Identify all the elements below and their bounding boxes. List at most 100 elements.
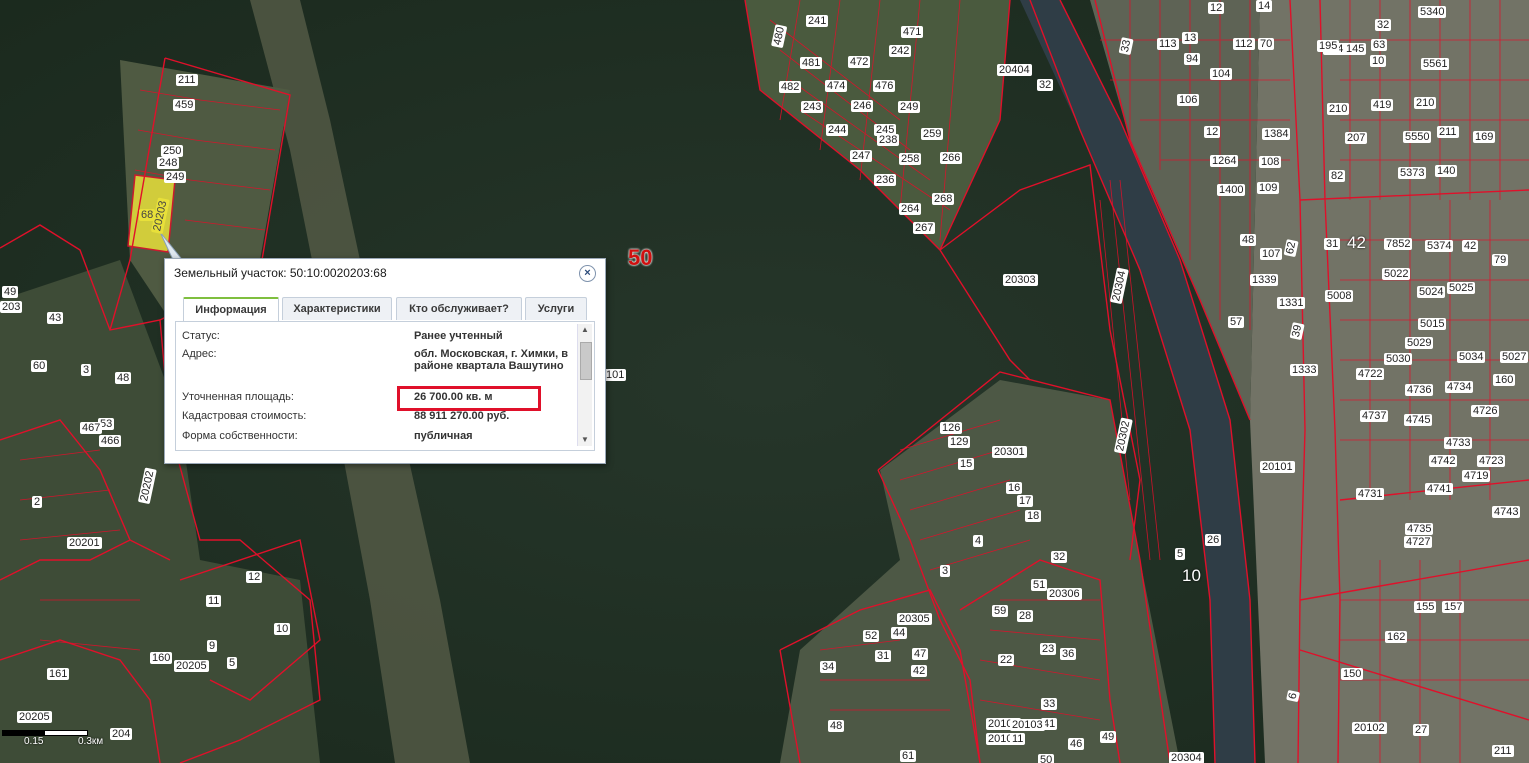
parcel-label[interactable]: 20103 bbox=[1010, 719, 1045, 731]
parcel-label[interactable]: 20304 bbox=[1169, 752, 1204, 763]
parcel-label[interactable]: 466 bbox=[99, 435, 122, 447]
parcel-label[interactable]: 112 bbox=[1233, 38, 1255, 50]
tab-who-serves[interactable]: Кто обслуживает? bbox=[396, 297, 522, 320]
parcel-label[interactable]: 267 bbox=[913, 222, 936, 234]
parcel-label[interactable]: 2 bbox=[32, 496, 43, 508]
parcel-label[interactable]: 104 bbox=[1210, 68, 1233, 80]
parcel-label[interactable]: 5027 bbox=[1500, 351, 1529, 363]
parcel-label[interactable]: 211 bbox=[1437, 126, 1459, 138]
parcel-label[interactable]: 419 bbox=[1371, 99, 1394, 111]
parcel-label[interactable]: 211 bbox=[1492, 745, 1514, 757]
parcel-label[interactable]: 474 bbox=[825, 80, 848, 92]
tab-characteristics[interactable]: Характеристики bbox=[282, 297, 392, 320]
parcel-label[interactable]: 1331 bbox=[1277, 297, 1306, 309]
parcel-label[interactable]: 11 bbox=[1010, 733, 1026, 745]
parcel-label[interactable]: 471 bbox=[901, 26, 924, 38]
parcel-label[interactable]: 161 bbox=[47, 668, 70, 680]
block-number-label[interactable]: 50 bbox=[1038, 754, 1055, 763]
block-number-label[interactable]: 27 bbox=[1413, 724, 1430, 736]
parcel-label[interactable]: 249 bbox=[164, 171, 187, 183]
panel-scrollbar[interactable]: ▲ ▼ bbox=[577, 324, 592, 446]
block-number-label[interactable]: 20201 bbox=[67, 537, 102, 549]
parcel-label[interactable]: 246 bbox=[851, 100, 874, 112]
parcel-label[interactable]: 169 bbox=[1473, 131, 1496, 143]
parcel-label[interactable]: 4726 bbox=[1471, 405, 1500, 417]
parcel-label[interactable]: 459 bbox=[173, 99, 196, 111]
parcel-label[interactable]: 258 bbox=[899, 153, 922, 165]
parcel-label[interactable]: 20102 bbox=[1352, 722, 1387, 734]
parcel-label[interactable]: 52 bbox=[863, 630, 880, 642]
parcel-label[interactable]: 79 bbox=[1492, 254, 1509, 266]
parcel-label[interactable]: 47 bbox=[912, 648, 929, 660]
parcel-label[interactable]: 248 bbox=[157, 157, 180, 169]
parcel-label[interactable]: 4727 bbox=[1404, 536, 1433, 548]
parcel-label[interactable]: 42 bbox=[911, 665, 928, 677]
parcel-label[interactable]: 101 bbox=[604, 369, 627, 381]
parcel-label[interactable]: 59 bbox=[992, 605, 1009, 617]
parcel-label[interactable]: 31 bbox=[875, 650, 892, 662]
parcel-label[interactable]: 1384 bbox=[1262, 128, 1291, 140]
parcel-label[interactable]: 3 bbox=[81, 364, 92, 376]
parcel-label[interactable]: 242 bbox=[889, 45, 912, 57]
parcel-label[interactable]: 20306 bbox=[1047, 588, 1082, 600]
parcel-label[interactable]: 160 bbox=[150, 652, 173, 664]
parcel-label[interactable]: 4 bbox=[973, 535, 984, 547]
parcel-label[interactable]: 70 bbox=[1258, 38, 1275, 50]
parcel-label[interactable]: 49 bbox=[1100, 731, 1117, 743]
parcel-label[interactable]: 195 bbox=[1317, 40, 1340, 52]
parcel-label[interactable]: 36 bbox=[1060, 648, 1077, 660]
parcel-label[interactable]: 48 bbox=[115, 372, 132, 384]
parcel-label[interactable]: 13 bbox=[1182, 32, 1199, 44]
parcel-label[interactable]: 51 bbox=[1031, 579, 1048, 591]
parcel-label[interactable]: 10 bbox=[274, 623, 291, 635]
parcel-label[interactable]: 5030 bbox=[1384, 353, 1413, 365]
scroll-down-icon[interactable]: ▼ bbox=[580, 435, 590, 445]
parcel-label[interactable]: 210 bbox=[1327, 103, 1350, 115]
parcel-label[interactable]: 20101 bbox=[1260, 461, 1295, 473]
block-number-label[interactable]: 162 bbox=[1385, 631, 1408, 643]
parcel-label[interactable]: 12 bbox=[246, 571, 263, 583]
parcel-label[interactable]: 155 bbox=[1414, 601, 1437, 613]
parcel-label[interactable]: 4733 bbox=[1444, 437, 1473, 449]
parcel-label[interactable]: 5374 bbox=[1425, 240, 1454, 252]
parcel-label[interactable]: 46 bbox=[1068, 738, 1085, 750]
parcel-label[interactable]: 1400 bbox=[1217, 184, 1246, 196]
parcel-label[interactable]: 264 bbox=[899, 203, 922, 215]
parcel-label[interactable]: 157 bbox=[1442, 601, 1465, 613]
block-number-label[interactable]: 20205 bbox=[17, 711, 52, 723]
parcel-label[interactable]: 1264 bbox=[1210, 155, 1239, 167]
parcel-label[interactable]: 247 bbox=[850, 150, 873, 162]
parcel-label[interactable]: 467 bbox=[80, 422, 103, 434]
parcel-label[interactable]: 4743 bbox=[1492, 506, 1521, 518]
parcel-label[interactable]: 244 bbox=[826, 124, 849, 136]
parcel-label[interactable]: 32 bbox=[1375, 19, 1392, 31]
parcel-label[interactable]: 4736 bbox=[1405, 384, 1434, 396]
parcel-label[interactable]: 12 bbox=[1208, 2, 1225, 14]
parcel-label[interactable]: 3 bbox=[940, 565, 951, 577]
parcel-label[interactable]: 106 bbox=[1177, 94, 1200, 106]
block-number-label[interactable]: 5 bbox=[1175, 548, 1186, 560]
parcel-label[interactable]: 4719 bbox=[1462, 470, 1491, 482]
parcel-label[interactable]: 14 bbox=[1256, 0, 1273, 12]
parcel-label[interactable]: 4735 bbox=[1405, 523, 1434, 535]
parcel-label[interactable]: 145 bbox=[1344, 43, 1367, 55]
parcel-label[interactable]: 5024 bbox=[1417, 286, 1446, 298]
parcel-label[interactable]: 249 bbox=[898, 101, 921, 113]
parcel-label[interactable]: 34 bbox=[820, 661, 837, 673]
block-number-label[interactable]: 20205 bbox=[174, 660, 209, 672]
parcel-label[interactable]: 5561 bbox=[1421, 58, 1450, 70]
parcel-label[interactable]: 18 bbox=[1025, 510, 1042, 522]
parcel-label[interactable]: 238 bbox=[877, 134, 900, 146]
parcel-label[interactable]: 60 bbox=[31, 360, 48, 372]
parcel-label[interactable]: 31 bbox=[1324, 238, 1341, 250]
parcel-label[interactable]: 126 bbox=[940, 422, 963, 434]
parcel-label[interactable]: 4742 bbox=[1429, 455, 1458, 467]
block-number-label[interactable]: 61 bbox=[900, 750, 917, 762]
parcel-label[interactable]: 268 bbox=[932, 193, 955, 205]
parcel-label[interactable]: 5025 bbox=[1447, 282, 1476, 294]
parcel-label[interactable]: 1339 bbox=[1250, 274, 1279, 286]
parcel-label[interactable]: 15 bbox=[958, 458, 975, 470]
parcel-label[interactable]: 5550 bbox=[1403, 131, 1432, 143]
parcel-label[interactable]: 4734 bbox=[1445, 381, 1474, 393]
parcel-label[interactable]: 28 bbox=[1017, 610, 1034, 622]
